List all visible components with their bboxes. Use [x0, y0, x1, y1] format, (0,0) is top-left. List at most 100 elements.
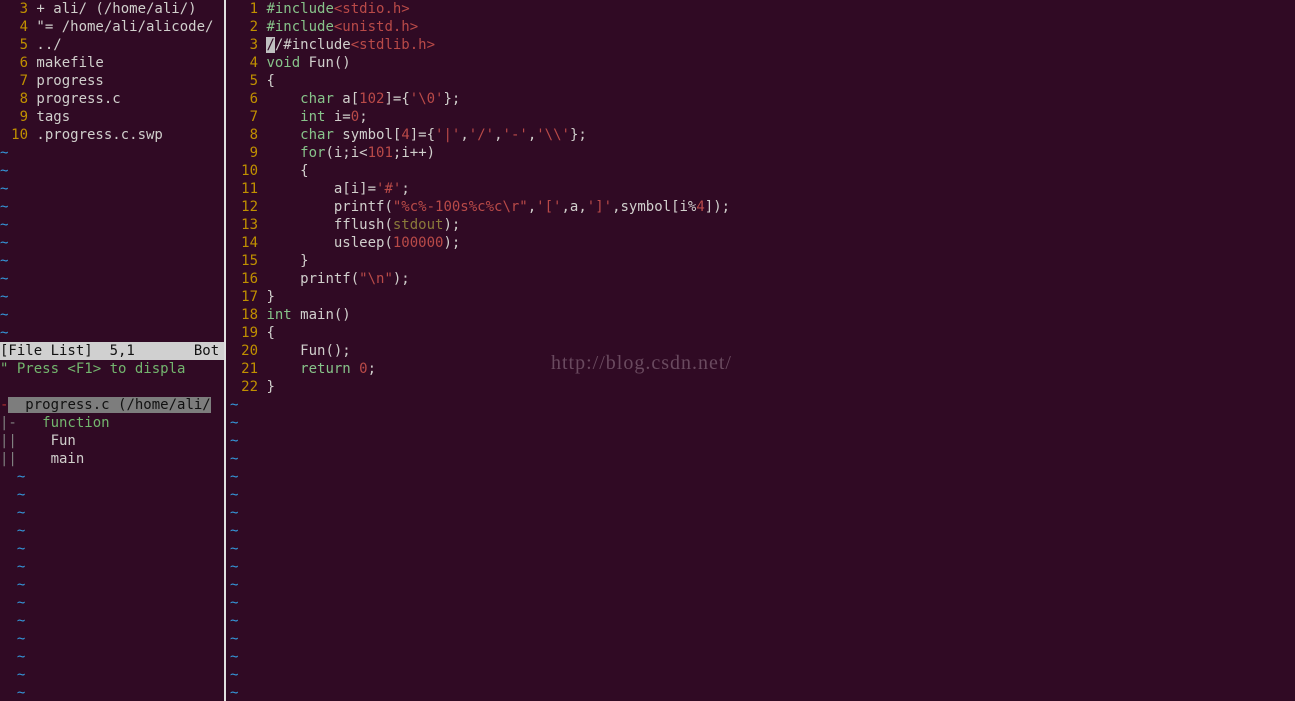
file-list-row[interactable]: 6 makefile [0, 54, 224, 72]
line-number: 20 [230, 342, 258, 360]
file-entry[interactable]: progress.c [28, 91, 121, 107]
line-number: 10 [230, 162, 258, 180]
code-token: a[i]= [266, 181, 376, 197]
file-entry[interactable]: progress [28, 73, 104, 89]
tag-label[interactable]: Fun [17, 433, 76, 449]
code-token: void [266, 55, 300, 71]
code-line[interactable]: 22 } [226, 378, 1295, 396]
code-token: ']' [587, 199, 612, 215]
line-number: 3 [0, 0, 28, 18]
taglist-file[interactable]: progress.c (/home/ali/ [8, 397, 210, 413]
line-number: 22 [230, 378, 258, 396]
file-entry[interactable]: + ali/ (/home/ali/) [28, 1, 197, 17]
empty-line-tilde: ~ [0, 540, 224, 558]
code-token: { [266, 325, 274, 341]
empty-line-tilde: ~ [0, 270, 224, 288]
file-list-row[interactable]: 9 tags [0, 108, 224, 126]
code-token: "%c%-100s%c%c\r" [393, 199, 528, 215]
taglist-item[interactable]: || Fun [0, 432, 224, 450]
code-token: printf( [266, 271, 359, 287]
code-line[interactable]: 5 { [226, 72, 1295, 90]
empty-line-tilde: ~ [0, 324, 224, 342]
code-line[interactable]: 7 int i=0; [226, 108, 1295, 126]
code-token: symbol[ [334, 127, 401, 143]
code-token: 102 [359, 91, 384, 107]
code-line[interactable]: 18 int main() [226, 306, 1295, 324]
empty-line-tilde: ~ [0, 648, 224, 666]
code-pane[interactable]: 1 #include<stdio.h>2 #include<unistd.h>3… [226, 0, 1295, 701]
code-token: ]={ [384, 91, 409, 107]
code-line[interactable]: 21 return 0; [226, 360, 1295, 378]
empty-line-tilde: ~ [226, 522, 1295, 540]
code-token: '\0' [410, 91, 444, 107]
code-token: ]={ [410, 127, 435, 143]
code-token: / [266, 37, 274, 53]
line-number: 2 [230, 18, 258, 36]
file-list-row[interactable]: 3 + ali/ (/home/ali/) [0, 0, 224, 18]
code-line[interactable]: 4 void Fun() [226, 54, 1295, 72]
code-line[interactable]: 15 } [226, 252, 1295, 270]
code-line[interactable]: 12 printf("%c%-100s%c%c\r",'[',a,']',sym… [226, 198, 1295, 216]
empty-line-tilde: ~ [226, 648, 1295, 666]
code-token [351, 361, 359, 377]
file-entry[interactable]: .progress.c.swp [28, 127, 163, 143]
code-token [266, 109, 300, 125]
code-line[interactable]: 9 for(i;i<101;i++) [226, 144, 1295, 162]
code-line[interactable]: 8 char symbol[4]={'|','/','-','\\'}; [226, 126, 1295, 144]
empty-line-tilde: ~ [0, 252, 224, 270]
file-list-pane[interactable]: 3 + ali/ (/home/ali/)4 "= /home/ali/alic… [0, 0, 224, 144]
code-token [266, 361, 300, 377]
code-token: ]); [705, 199, 730, 215]
file-entry[interactable]: "= /home/ali/alicode/ [28, 19, 213, 35]
code-token: main() [292, 307, 351, 323]
code-token: ; [368, 361, 376, 377]
line-number: 14 [230, 234, 258, 252]
empty-line-tilde: ~ [0, 594, 224, 612]
file-entry[interactable]: ../ [28, 37, 62, 53]
line-number: 3 [230, 36, 258, 54]
code-token: ; [359, 109, 367, 125]
tag-label[interactable]: main [17, 451, 84, 467]
taglist-item[interactable]: || main [0, 450, 224, 468]
line-number: 12 [230, 198, 258, 216]
code-line[interactable]: 11 a[i]='#'; [226, 180, 1295, 198]
code-line[interactable]: 6 char a[102]={'\0'}; [226, 90, 1295, 108]
code-line[interactable]: 3 //#include<stdlib.h> [226, 36, 1295, 54]
line-number: 18 [230, 306, 258, 324]
code-token: }; [443, 91, 460, 107]
code-token [266, 127, 300, 143]
code-line[interactable]: 13 fflush(stdout); [226, 216, 1295, 234]
code-token: , [528, 199, 536, 215]
code-line[interactable]: 2 #include<unistd.h> [226, 18, 1295, 36]
code-line[interactable]: 19 { [226, 324, 1295, 342]
file-list-row[interactable]: 5 ../ [0, 36, 224, 54]
code-token: #include [266, 19, 333, 35]
file-list-row[interactable]: 10 .progress.c.swp [0, 126, 224, 144]
code-token: /#include [275, 37, 351, 53]
file-entry[interactable]: tags [28, 109, 70, 125]
code-token: <unistd.h> [334, 19, 418, 35]
code-line[interactable]: 16 printf("\n"); [226, 270, 1295, 288]
taglist-pane[interactable]: - progress.c (/home/ali/ |- function || … [0, 396, 224, 701]
code-token: ,a, [561, 199, 586, 215]
empty-line-tilde: ~ [0, 234, 224, 252]
code-token: 4 [696, 199, 704, 215]
file-list-row[interactable]: 4 "= /home/ali/alicode/ [0, 18, 224, 36]
file-list-row[interactable]: 7 progress [0, 72, 224, 90]
code-line[interactable]: 20 Fun(); [226, 342, 1295, 360]
code-line[interactable]: 14 usleep(100000); [226, 234, 1295, 252]
empty-line-tilde: ~ [226, 450, 1295, 468]
empty-line-tilde: ~ [0, 612, 224, 630]
code-line[interactable]: 1 #include<stdio.h> [226, 0, 1295, 18]
code-line[interactable]: 10 { [226, 162, 1295, 180]
empty-line-tilde: ~ [226, 558, 1295, 576]
line-number: 10 [0, 126, 28, 144]
line-number: 8 [0, 90, 28, 108]
code-line[interactable]: 17 } [226, 288, 1295, 306]
taglist-kind-row[interactable]: |- function [0, 414, 224, 432]
file-list-row[interactable]: 8 progress.c [0, 90, 224, 108]
code-token: , [528, 127, 536, 143]
line-number: 16 [230, 270, 258, 288]
empty-line-tilde: ~ [0, 576, 224, 594]
file-entry[interactable]: makefile [28, 55, 104, 71]
